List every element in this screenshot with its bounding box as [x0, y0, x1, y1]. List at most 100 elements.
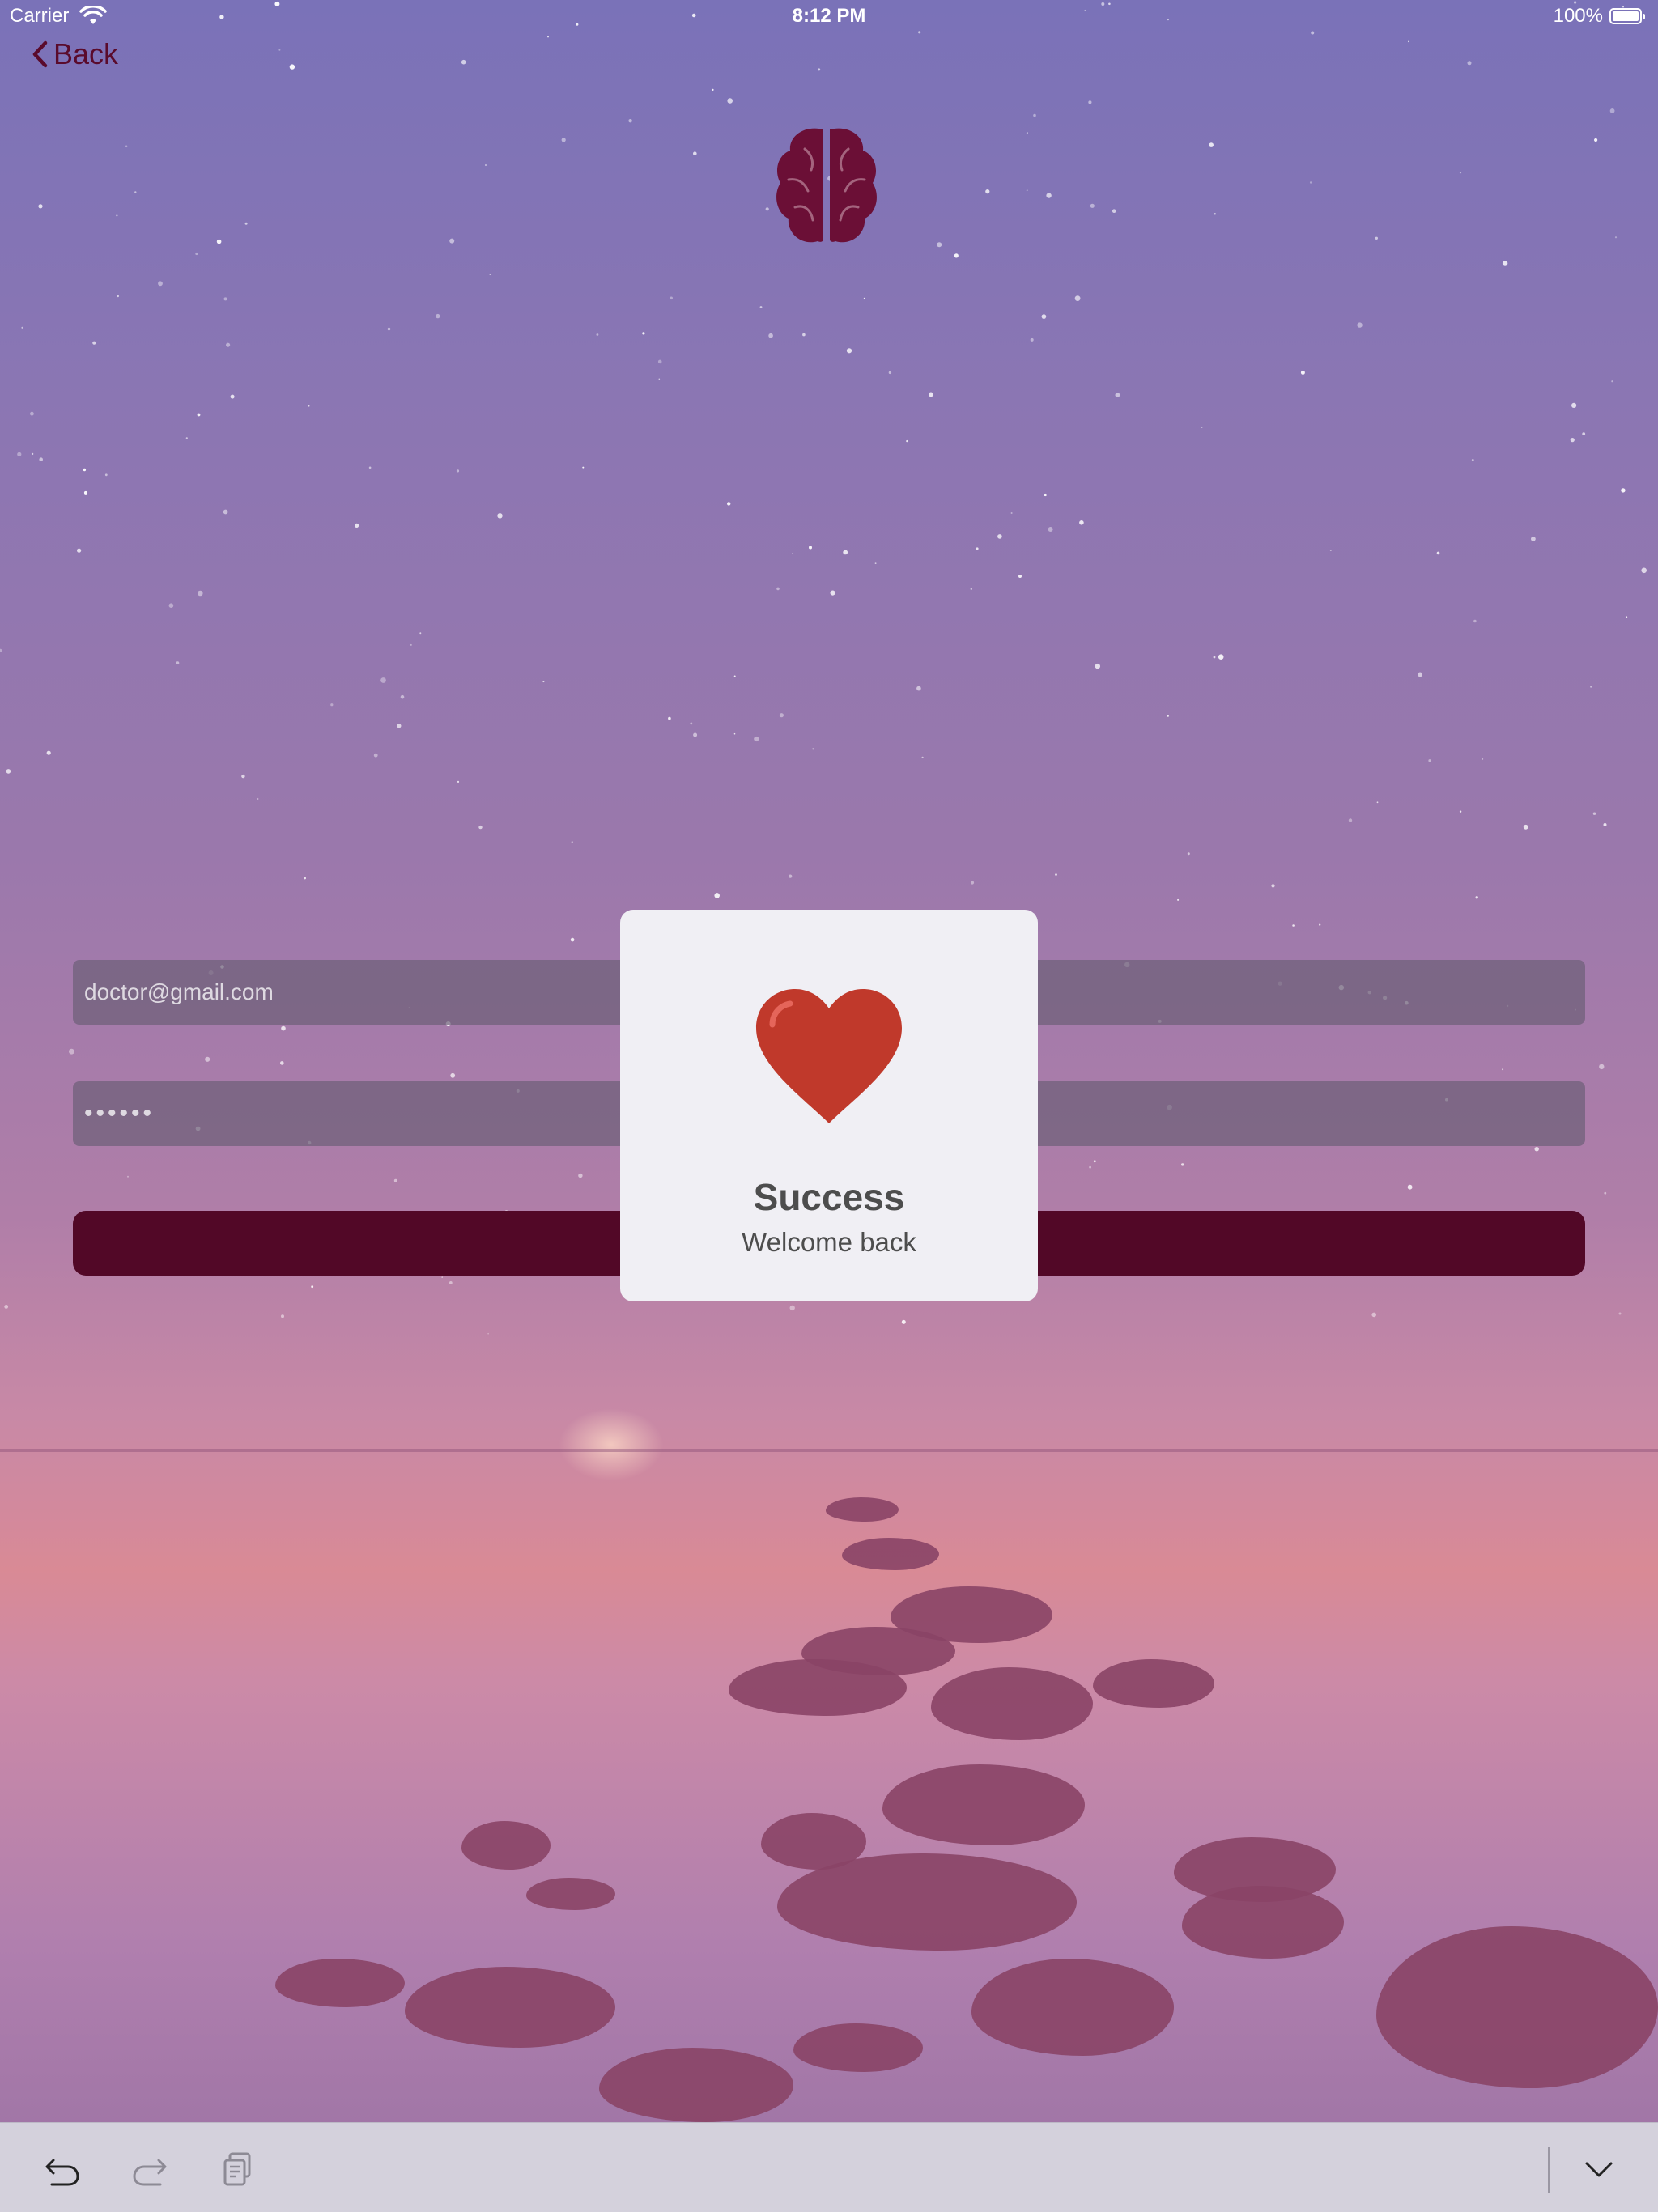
- star: [1375, 236, 1379, 240]
- star: [400, 694, 405, 699]
- star: [547, 36, 549, 38]
- heart-icon: [756, 989, 902, 1123]
- star: [311, 1285, 314, 1289]
- star: [1090, 203, 1095, 208]
- star: [1428, 759, 1431, 762]
- star: [690, 722, 693, 725]
- star: [846, 348, 852, 354]
- rock: [1182, 1886, 1344, 1959]
- rock: [405, 1967, 615, 2048]
- star: [304, 877, 306, 880]
- star: [1213, 656, 1216, 659]
- rock: [971, 1959, 1174, 2056]
- star: [1603, 823, 1607, 826]
- star: [449, 1281, 453, 1284]
- star: [257, 797, 259, 800]
- battery-percentage: 100%: [1553, 5, 1603, 27]
- rock: [1376, 1926, 1658, 2088]
- star: [46, 750, 51, 755]
- star: [693, 151, 697, 155]
- star: [863, 297, 865, 299]
- star: [759, 306, 763, 308]
- back-button[interactable]: Back: [31, 37, 118, 71]
- rock: [729, 1659, 907, 1716]
- star: [489, 274, 491, 275]
- star: [693, 732, 698, 737]
- star: [792, 553, 793, 554]
- star: [1571, 402, 1577, 408]
- star: [985, 189, 990, 194]
- star: [1473, 619, 1477, 623]
- star: [176, 661, 180, 664]
- star: [1030, 338, 1034, 342]
- chevron-left-icon: [32, 40, 48, 68]
- star: [1271, 884, 1275, 888]
- sun-glow: [559, 1408, 664, 1481]
- star: [117, 295, 119, 298]
- star: [1095, 663, 1101, 669]
- star: [21, 326, 23, 329]
- star: [185, 437, 188, 439]
- star: [1026, 189, 1028, 192]
- star: [727, 98, 733, 104]
- star: [657, 359, 662, 364]
- redo-icon[interactable]: [130, 2149, 170, 2189]
- star: [125, 145, 128, 148]
- rock: [275, 1959, 405, 2007]
- star: [92, 341, 96, 345]
- star: [1309, 181, 1312, 184]
- star: [83, 490, 87, 495]
- star: [497, 513, 503, 519]
- star: [1187, 852, 1190, 856]
- star: [1471, 459, 1474, 461]
- star: [830, 590, 835, 596]
- rock: [526, 1878, 615, 1910]
- chevron-down-icon[interactable]: [1579, 2149, 1619, 2189]
- star: [916, 686, 921, 691]
- star: [436, 313, 440, 319]
- star: [1592, 812, 1596, 815]
- paste-icon[interactable]: [219, 2149, 259, 2189]
- star: [1604, 1191, 1607, 1195]
- star: [1089, 1165, 1091, 1169]
- star: [570, 937, 575, 942]
- star: [843, 550, 848, 555]
- star: [1502, 261, 1508, 266]
- star: [1459, 172, 1462, 174]
- star: [17, 452, 22, 457]
- undo-icon[interactable]: [42, 2149, 83, 2189]
- keyboard-shortcut-bar: [0, 2122, 1658, 2212]
- rock: [777, 1853, 1077, 1951]
- rock: [599, 2048, 793, 2122]
- star: [1112, 209, 1116, 214]
- star: [280, 1061, 284, 1065]
- battery-icon: [1609, 8, 1645, 24]
- star: [223, 509, 228, 515]
- star: [289, 64, 295, 70]
- star: [281, 1314, 284, 1318]
- star: [281, 1025, 286, 1031]
- back-label: Back: [53, 37, 119, 70]
- rock: [461, 1821, 551, 1870]
- star: [195, 252, 198, 256]
- star: [1534, 1147, 1539, 1152]
- star: [976, 547, 979, 550]
- star: [1614, 236, 1618, 239]
- success-hud: Success Welcome back: [620, 910, 1038, 1301]
- star: [712, 88, 714, 91]
- star: [561, 138, 566, 142]
- star: [38, 204, 43, 209]
- star: [330, 703, 334, 707]
- star: [628, 119, 632, 123]
- star: [223, 297, 227, 301]
- rock: [882, 1764, 1085, 1845]
- star: [134, 191, 137, 193]
- star: [1033, 113, 1036, 117]
- star: [1502, 1068, 1504, 1071]
- star: [776, 587, 780, 591]
- star: [419, 632, 422, 635]
- star: [457, 780, 460, 783]
- rock: [826, 1497, 899, 1522]
- star: [1300, 370, 1305, 375]
- star: [77, 548, 82, 553]
